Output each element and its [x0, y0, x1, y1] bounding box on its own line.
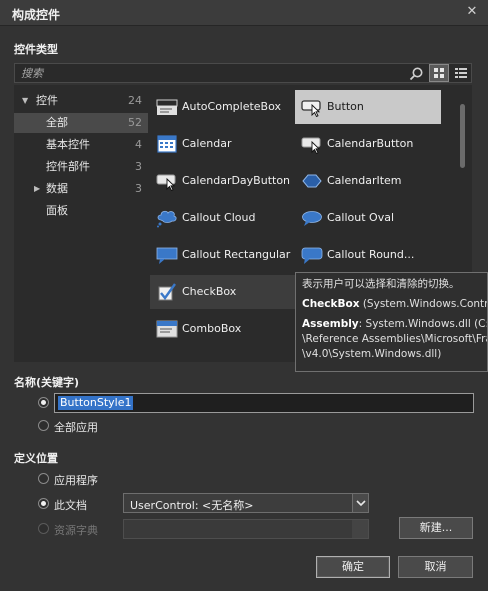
list-view-icon[interactable] — [451, 64, 471, 82]
cancel-button[interactable]: 取消 — [398, 556, 473, 578]
tooltip-type-name: CheckBox — [302, 298, 360, 310]
search-icon[interactable] — [408, 66, 424, 82]
tooltip-assembly-path: \Reference Assemblies\Microsoft\Framewor… — [302, 333, 487, 345]
control-item-calendar[interactable]: Calendar — [150, 127, 296, 161]
control-label: CalendarButton — [327, 137, 414, 150]
apply-all-radio[interactable] — [38, 420, 49, 431]
grid-view-icon[interactable] — [429, 64, 449, 82]
callout-rounded-icon — [301, 247, 323, 264]
control-label: Callout Oval — [327, 211, 395, 224]
control-item-calendardaybutton[interactable]: CalendarDayButton — [150, 164, 296, 198]
control-label: Button — [327, 100, 364, 113]
this-document-radio[interactable] — [38, 498, 49, 509]
control-label: AutoCompleteBox — [182, 100, 281, 113]
document-select-value: UserControl: <无名称> — [130, 499, 254, 512]
close-icon[interactable]: ✕ — [464, 4, 480, 20]
category-count: 4 — [135, 138, 142, 151]
application-radio[interactable] — [38, 473, 49, 484]
control-label: Callout Round... — [327, 248, 415, 261]
tooltip-assembly-line: Assembly: System.Windows.dll (C:\Program… — [302, 317, 487, 332]
button-icon — [301, 100, 321, 117]
category-count: 24 — [128, 94, 142, 107]
name-section-label: 名称(关键字) — [14, 376, 80, 389]
document-select[interactable]: UserControl: <无名称> — [123, 493, 369, 513]
apply-all-label: 全部应用 — [54, 421, 98, 434]
category-item[interactable]: ▶ 数据 3 — [14, 179, 148, 199]
callout-cloud-icon — [157, 210, 177, 228]
tooltip-assembly-label: Assembly — [302, 318, 359, 330]
control-item-callout-oval[interactable]: Callout Oval — [295, 201, 441, 235]
category-item-selected[interactable]: 全部 52 — [14, 113, 148, 133]
control-tooltip: 表示用户可以选择和清除的切换。 CheckBox (System.Windows… — [295, 272, 488, 372]
tooltip-type-detail: (System.Windows.Controls.CheckBox) — [362, 298, 488, 310]
title-bar: 构成控件 ✕ — [0, 0, 488, 26]
tooltip-assembly-value: : System.Windows.dll (C:\Program Files — [358, 318, 487, 330]
search-input[interactable] — [15, 64, 405, 82]
chevron-down-icon[interactable] — [352, 520, 368, 538]
control-label: CheckBox — [182, 285, 237, 298]
callout-oval-icon — [302, 211, 322, 226]
control-item-callout-rectangular[interactable]: Callout Rectangular — [150, 238, 296, 272]
name-selected-text: ButtonStyle1 — [58, 396, 134, 410]
resource-dictionary-select[interactable] — [123, 519, 369, 539]
control-item-autocompletebox[interactable]: AutoCompleteBox — [150, 90, 296, 124]
category-item[interactable]: ▼ 控件 24 — [14, 91, 148, 111]
category-count: 3 — [135, 160, 142, 173]
this-document-label: 此文档 — [54, 499, 87, 512]
define-section-label: 定义位置 — [14, 452, 58, 465]
control-label: Callout Rectangular — [182, 248, 291, 261]
tooltip-assembly-path-end: \v4.0\System.Windows.dll) — [302, 348, 442, 360]
category-label: 控件部件 — [46, 160, 90, 173]
expand-arrow-icon[interactable]: ▶ — [34, 179, 40, 199]
ok-button[interactable]: 确定 — [316, 556, 390, 578]
calendaritem-icon — [302, 174, 322, 188]
control-item-calendaritem[interactable]: CalendarItem — [295, 164, 441, 198]
category-label: 全部 — [46, 116, 68, 129]
control-item-calendarbutton[interactable]: CalendarButton — [295, 127, 441, 161]
control-item-combobox[interactable]: ComboBox — [150, 312, 296, 346]
name-radio[interactable] — [38, 397, 49, 408]
control-item-checkbox[interactable]: CheckBox — [150, 275, 296, 309]
new-button[interactable]: 新建... — [399, 517, 473, 539]
control-label: ComboBox — [182, 322, 242, 335]
search-bar — [14, 63, 472, 83]
calendardaybutton-icon — [156, 174, 176, 191]
callout-rectangular-icon — [156, 247, 178, 264]
category-count: 52 — [128, 116, 142, 129]
control-label: Calendar — [182, 137, 232, 150]
combobox-icon — [156, 320, 178, 338]
calendarbutton-icon — [301, 137, 321, 154]
control-label: CalendarDayButton — [182, 174, 291, 187]
category-item[interactable]: 面板 — [14, 201, 148, 221]
control-item-callout-rounded[interactable]: Callout Round... — [295, 238, 441, 272]
control-label: Callout Cloud — [182, 211, 256, 224]
category-label: 基本控件 — [46, 138, 90, 151]
controls-section-label: 控件类型 — [14, 43, 58, 56]
category-count: 3 — [135, 182, 142, 195]
control-item-callout-cloud[interactable]: Callout Cloud — [150, 201, 296, 235]
scrollbar-thumb[interactable] — [460, 104, 465, 168]
chevron-down-icon[interactable] — [352, 494, 368, 512]
expand-arrow-icon[interactable]: ▼ — [22, 91, 28, 111]
category-label: 控件 — [36, 94, 58, 107]
category-panel: ▼ 控件 24 全部 52 基本控件 4 控件部件 3 ▶ 数据 3 面板 — [14, 85, 148, 362]
tooltip-type-line: CheckBox (System.Windows.Controls.CheckB… — [302, 297, 487, 312]
calendar-icon — [157, 135, 177, 153]
application-label: 应用程序 — [54, 474, 98, 487]
tooltip-description: 表示用户可以选择和清除的切换。 — [302, 278, 460, 290]
window-title: 构成控件 — [12, 8, 61, 22]
control-item-button[interactable]: Button — [295, 90, 441, 124]
category-item[interactable]: 基本控件 4 — [14, 135, 148, 155]
checkbox-icon — [158, 283, 176, 301]
category-label: 面板 — [46, 204, 68, 217]
control-label: CalendarItem — [327, 174, 402, 187]
resource-dictionary-label: 资源字典 — [54, 524, 98, 537]
category-label: 数据 — [46, 182, 68, 195]
resource-dictionary-radio[interactable] — [38, 523, 49, 534]
category-item[interactable]: 控件部件 3 — [14, 157, 148, 177]
autocompletebox-icon — [156, 99, 178, 115]
